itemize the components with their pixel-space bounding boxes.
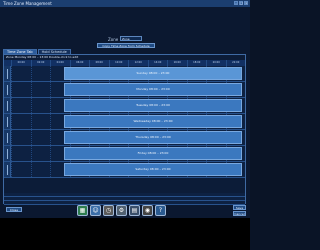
hour-cell[interactable] <box>30 98 51 113</box>
copy-time-zone-button[interactable]: Copy Time Zone from Schedule <box>97 43 155 48</box>
day-gutter <box>4 82 11 97</box>
users-icon[interactable]: ☺ <box>90 204 101 216</box>
hour-cell[interactable] <box>30 114 51 129</box>
day-gutter <box>4 66 11 81</box>
day-row: Saturday 08:00 – 23:00 <box>4 162 245 178</box>
action-buttons: Save Cancel <box>233 205 246 216</box>
time-slot[interactable]: Tuesday 08:00 – 23:00 <box>64 99 242 112</box>
hour-cell[interactable] <box>11 162 31 177</box>
day-gutter <box>4 146 11 161</box>
hour-cell[interactable] <box>11 98 31 113</box>
hour-cell[interactable] <box>30 146 51 161</box>
time-zone-window: Time Zone Management – □ × Zone Zone Cop… <box>0 0 250 250</box>
window-controls: – □ × <box>234 1 248 5</box>
day-row: Tuesday 08:00 – 23:00 <box>4 98 245 114</box>
zone-select[interactable]: Zone <box>120 36 142 41</box>
hour-cell[interactable] <box>11 66 31 81</box>
schedule-icon[interactable]: ◷ <box>103 204 114 216</box>
schedule-panel: Zone Monday 08:00 – 13:00 Double-click t… <box>3 54 246 205</box>
settings-icon[interactable]: ⚙ <box>116 204 127 216</box>
save-button[interactable]: Save <box>233 205 246 210</box>
day-row: Wednesday 08:00 – 23:00 <box>4 114 245 130</box>
report-icon[interactable]: ▤ <box>129 204 140 216</box>
help-icon[interactable]: ? <box>155 204 166 216</box>
time-slot[interactable]: Thursday 08:00 – 23:00 <box>64 131 242 144</box>
day-marker <box>7 149 8 159</box>
day-marker <box>7 101 8 111</box>
zone-label: Zone <box>108 37 119 42</box>
close-button[interactable]: Close <box>6 207 22 212</box>
day-row: Thursday 08:00 – 23:00 <box>4 130 245 146</box>
hour-cell[interactable] <box>30 66 51 81</box>
hour-cell[interactable] <box>30 130 51 145</box>
status-area <box>0 218 250 250</box>
time-slot[interactable]: Saturday 08:00 – 23:00 <box>64 163 242 176</box>
title-bar: Time Zone Management – □ × <box>0 0 250 7</box>
day-marker <box>7 165 8 175</box>
time-slot[interactable]: Monday 08:00 – 23:00 <box>64 83 242 96</box>
calendar-icon[interactable]: ▦ <box>77 204 88 216</box>
day-marker <box>7 85 8 95</box>
day-marker <box>7 117 8 127</box>
hour-cell[interactable] <box>11 114 31 129</box>
minimize-button[interactable]: – <box>234 1 238 5</box>
hour-cell[interactable] <box>30 82 51 97</box>
time-slot[interactable]: Wednesday 08:00 – 23:00 <box>64 115 242 128</box>
day-gutter <box>4 98 11 113</box>
day-marker <box>7 69 8 79</box>
day-gutter <box>4 162 11 177</box>
day-row: Sunday 08:00 – 23:00 <box>4 66 245 82</box>
day-grid: Sunday 08:00 – 23:00 Monday 08:00 – 23:00… <box>4 66 245 193</box>
maximize-button[interactable]: □ <box>239 1 243 5</box>
hour-cell[interactable] <box>30 162 51 177</box>
window-title: Time Zone Management <box>3 1 52 6</box>
app-dock: ▦ ☺ ◷ ⚙ ▤ ◉? <box>77 203 173 217</box>
hour-cell[interactable] <box>11 82 31 97</box>
day-gutter <box>4 130 11 145</box>
day-marker <box>7 133 8 143</box>
day-gutter <box>4 114 11 129</box>
camera-icon[interactable]: ◉ <box>142 204 153 216</box>
cancel-button[interactable]: Cancel <box>233 211 246 216</box>
time-slot[interactable]: Sunday 08:00 – 23:00 <box>64 67 242 80</box>
close-window-button[interactable]: × <box>244 1 248 5</box>
day-row: Friday 08:00 – 23:00 <box>4 146 245 162</box>
hour-cell[interactable] <box>11 146 31 161</box>
time-slot[interactable]: Friday 08:00 – 23:00 <box>64 147 242 160</box>
day-row: Monday 08:00 – 23:00 <box>4 82 245 98</box>
hour-cell[interactable] <box>11 130 31 145</box>
